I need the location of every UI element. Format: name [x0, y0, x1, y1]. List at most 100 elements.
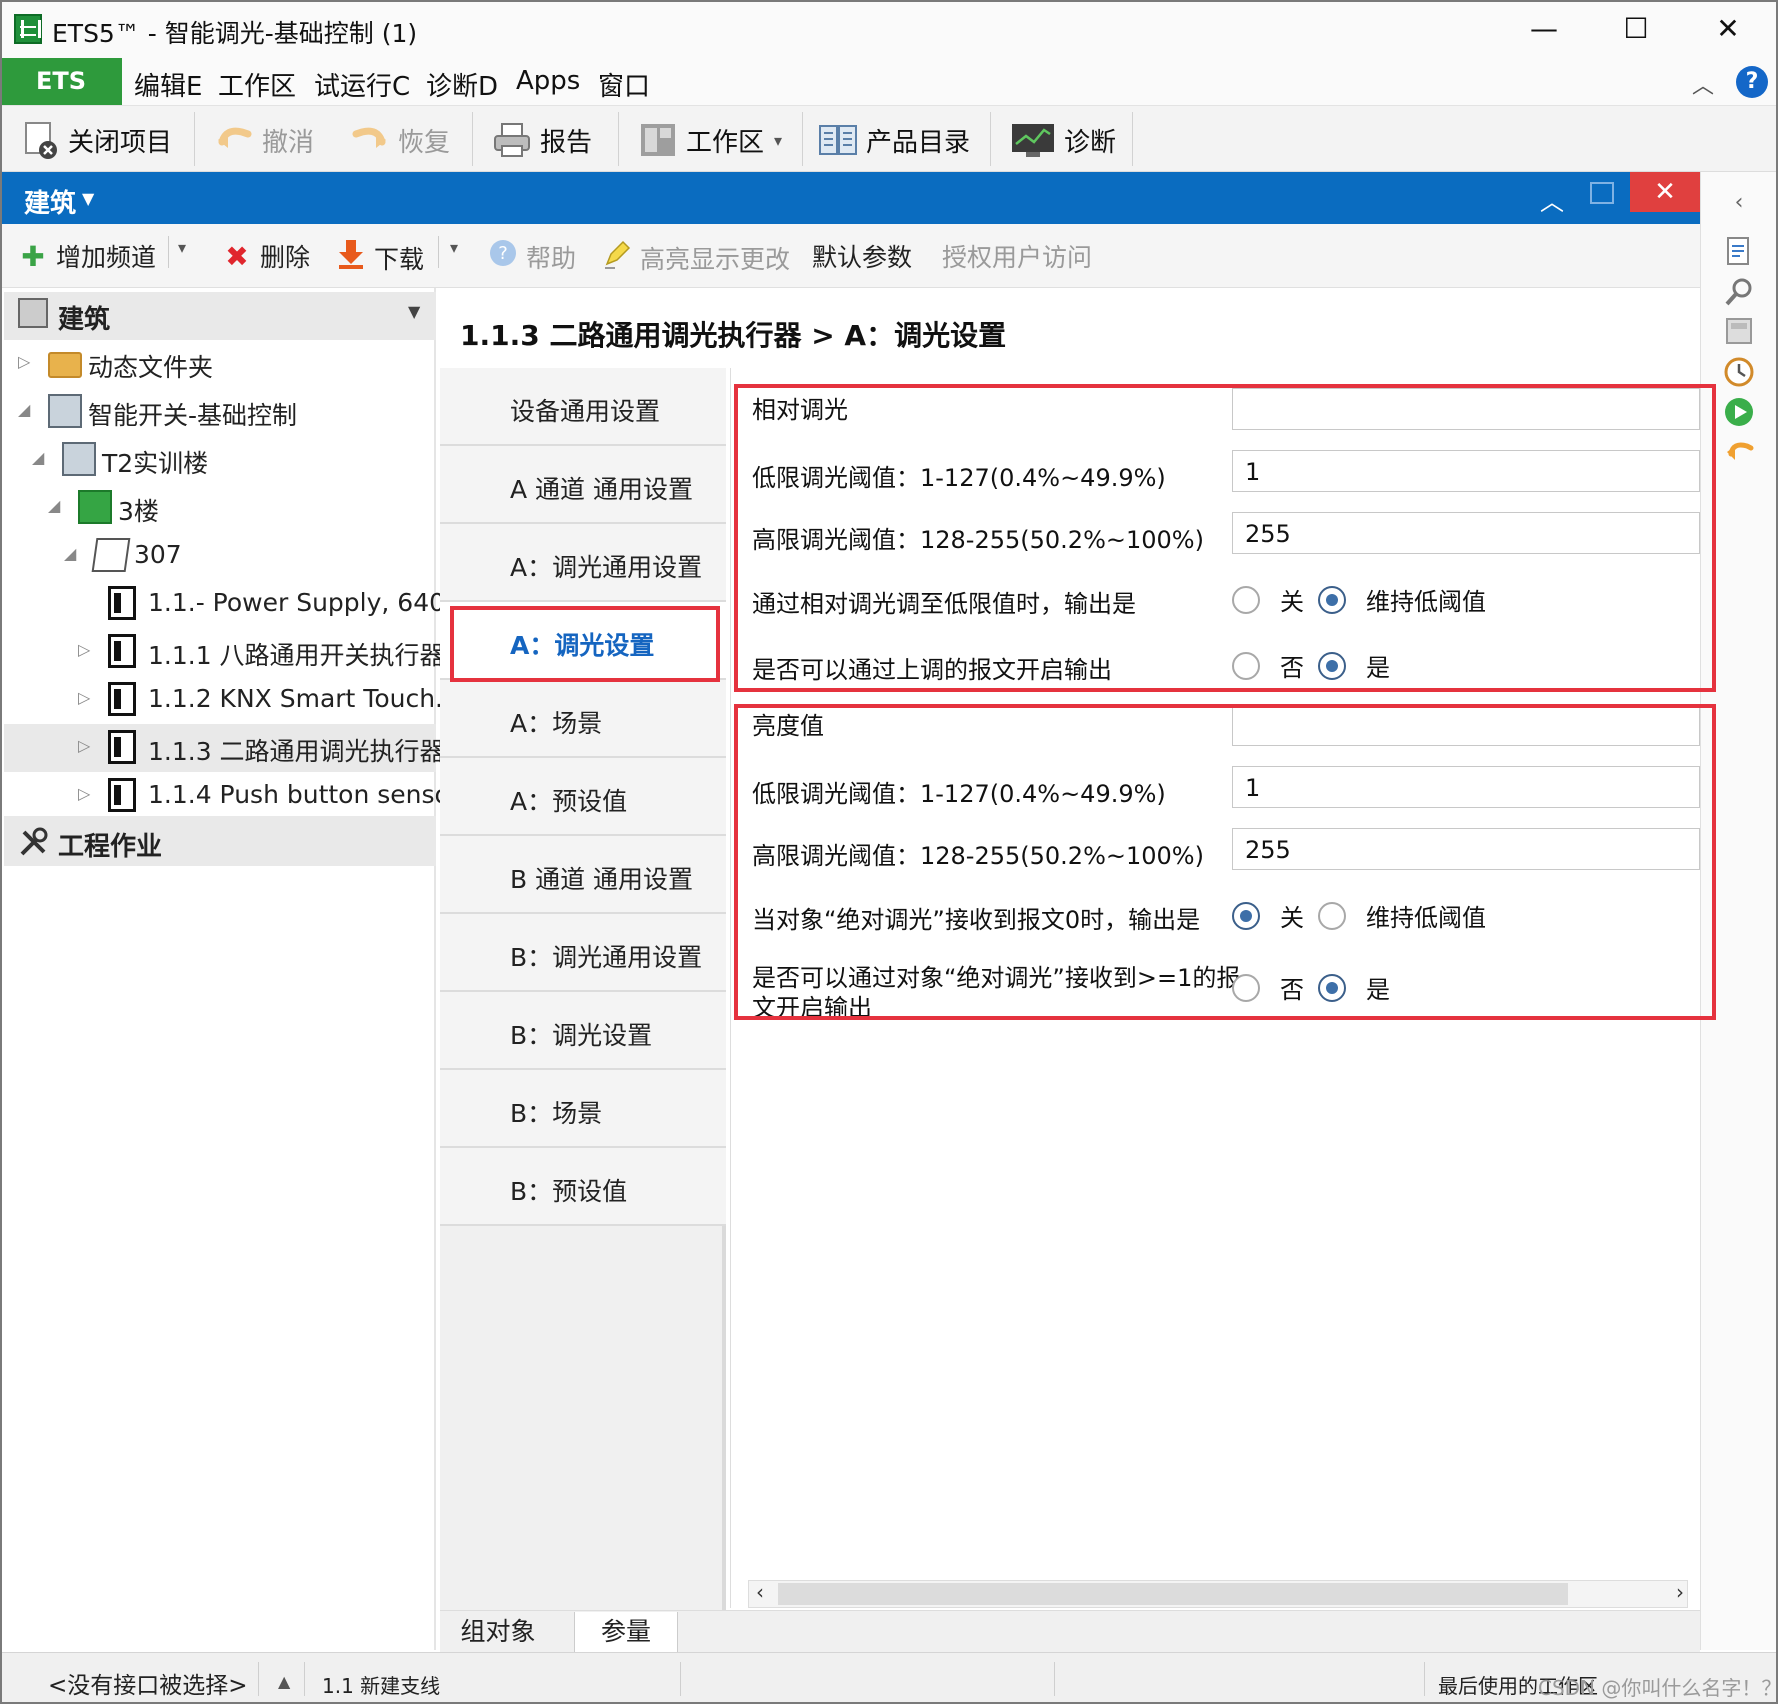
nav-item-a-dimming-general[interactable]: A：调光通用设置: [440, 524, 726, 602]
collapse-arrow-icon[interactable]: ◢: [18, 400, 30, 419]
panel-layout-icon[interactable]: [1722, 316, 1756, 350]
scroll-left-icon[interactable]: ‹: [756, 1580, 764, 1604]
tree-item-device[interactable]: ▷ 1.1.2 KNX Smart Touch...: [4, 676, 459, 724]
properties-icon[interactable]: [1722, 236, 1756, 270]
toolbar-divider: [168, 236, 169, 268]
undo-label: 撤消: [262, 127, 315, 158]
delete-x-icon: ✖: [225, 239, 249, 273]
maximize-button[interactable]: ☐: [1604, 8, 1668, 50]
ets-menu-tab[interactable]: ETS: [0, 58, 122, 105]
search-icon[interactable]: [1722, 276, 1756, 310]
tree-item-label: 1.1.1 八路通用开关执行器: [148, 641, 445, 670]
expand-arrow-icon[interactable]: ▷: [78, 688, 90, 707]
tree-item-room[interactable]: ◢ 307: [4, 532, 436, 580]
download-dropdown-icon[interactable]: ▾: [450, 238, 458, 257]
chevron-left-icon[interactable]: ‹: [1722, 186, 1756, 220]
chevron-down-icon: ▾: [774, 130, 783, 150]
menu-window[interactable]: 窗口: [598, 66, 650, 103]
nav-item-label: A 通道 通用设置: [510, 475, 693, 504]
nav-item-label: A：场景: [510, 709, 603, 738]
collapse-arrow-icon[interactable]: ◢: [32, 448, 44, 467]
tree-item-device[interactable]: 1.1.- Power Supply, 640...: [4, 580, 469, 628]
building-project-icon: [48, 394, 82, 428]
toolbar-divider: [990, 112, 991, 166]
add-channel-button[interactable]: ✚ 增加频道: [16, 238, 156, 274]
tree-item-device[interactable]: ▷ 1.1.1 八路通用开关执行器: [4, 628, 445, 676]
chevron-down-icon[interactable]: ▼: [408, 302, 420, 321]
tree-header-label: 建筑: [58, 305, 111, 335]
nav-item-label: A：预设值: [510, 787, 628, 816]
nav-item-b-dimming-general[interactable]: B：调光通用设置: [440, 914, 726, 992]
tree-item-label: 1.1.- Power Supply, 640...: [148, 588, 469, 617]
expand-arrow-icon[interactable]: ▷: [78, 640, 90, 659]
diagnostics-button[interactable]: 诊断: [1010, 116, 1116, 164]
authorize-access-button[interactable]: 授权用户访问: [942, 238, 1092, 274]
add-channel-label: 增加频道: [56, 243, 157, 272]
workspace-dropdown-button[interactable]: 工作区 ▾: [638, 116, 782, 164]
nav-item-b-scenes[interactable]: B：场景: [440, 1070, 726, 1148]
menu-commissioning[interactable]: 试运行C: [314, 66, 410, 103]
chevron-up-icon[interactable]: ▲: [278, 1672, 290, 1691]
restore-panel-icon[interactable]: [1590, 182, 1614, 204]
nav-item-b-dimming-settings[interactable]: B：调光设置: [440, 992, 726, 1070]
close-project-label: 关闭项目: [68, 127, 173, 158]
collapse-ribbon-icon[interactable]: ︿: [1692, 68, 1714, 100]
collapse-arrow-icon[interactable]: ◢: [48, 496, 60, 515]
play-icon[interactable]: [1722, 396, 1756, 430]
menu-workspace[interactable]: 工作区: [218, 66, 296, 103]
clock-history-icon[interactable]: [1722, 356, 1756, 390]
nav-item-device-general[interactable]: 设备通用设置: [440, 368, 726, 446]
catalog-icon: [818, 120, 858, 160]
panel-title[interactable]: 建筑: [24, 183, 76, 220]
nav-item-b-presets[interactable]: B：预设值: [440, 1148, 726, 1226]
product-catalog-button[interactable]: 产品目录: [818, 116, 970, 164]
report-label: 报告: [540, 127, 593, 158]
menu-edit[interactable]: 编辑E: [134, 66, 202, 103]
interface-selector[interactable]: <没有接口被选择>: [48, 1666, 248, 1700]
highlight-changes-button[interactable]: 高亮显示更改: [600, 238, 790, 277]
close-window-button[interactable]: ✕: [1696, 8, 1760, 50]
nav-item-a-presets[interactable]: A：预设值: [440, 758, 726, 836]
help-button[interactable]: ? 帮助: [486, 238, 576, 275]
report-button[interactable]: 报告: [492, 116, 592, 164]
close-project-icon: [20, 120, 60, 160]
help-icon[interactable]: ?: [1736, 66, 1768, 98]
nav-item-a-scenes[interactable]: A：场景: [440, 680, 726, 758]
tree-item-device-selected[interactable]: ▷ 1.1.3 二路通用调光执行器: [4, 724, 445, 772]
menu-apps[interactable]: Apps: [516, 66, 580, 96]
undo-button[interactable]: 撤消: [214, 116, 314, 164]
chevron-down-icon[interactable]: ▼: [82, 189, 94, 208]
workspace-label: 工作区: [686, 127, 765, 158]
default-params-button[interactable]: 默认参数: [812, 238, 912, 274]
expand-arrow-icon[interactable]: ▷: [18, 352, 30, 371]
ets-app-icon: [14, 14, 42, 44]
folder-icon: [48, 352, 82, 378]
tree-item-dynamic-folders[interactable]: ▷ 动态文件夹: [4, 340, 436, 388]
tree-item-building[interactable]: ◢ T2实训楼: [4, 436, 436, 484]
tree-item-label: 1.1.4 Push button sensor...: [148, 780, 482, 809]
expand-arrow-icon[interactable]: ▷: [78, 784, 90, 803]
tree-item-floor[interactable]: ◢ 3楼: [4, 484, 436, 532]
undo-orange-icon[interactable]: [1722, 436, 1756, 470]
expand-arrow-icon[interactable]: ▷: [78, 736, 90, 755]
nav-item-a-channel-general[interactable]: A 通道 通用设置: [440, 446, 726, 524]
tab-parameters[interactable]: 参量: [574, 1612, 678, 1652]
tab-group-objects[interactable]: 组对象: [446, 1612, 550, 1652]
annotation-box-brightness: [734, 704, 1716, 1020]
menu-diagnostics[interactable]: 诊断D: [426, 66, 498, 103]
chevron-up-icon[interactable]: ︿: [1540, 182, 1564, 217]
minimize-button[interactable]: —: [1512, 8, 1576, 50]
redo-button[interactable]: 恢复: [350, 116, 450, 164]
close-project-button[interactable]: 关闭项目: [20, 116, 172, 164]
download-button[interactable]: 下载: [334, 238, 424, 277]
tree-item-device[interactable]: ▷ 1.1.4 Push button sensor...: [4, 772, 482, 820]
tree-item-label: 3楼: [118, 497, 159, 526]
scrollbar-thumb[interactable]: [778, 1583, 1568, 1605]
tree-item-project[interactable]: ◢ 智能开关-基础控制: [4, 388, 436, 436]
scroll-right-icon[interactable]: ›: [1676, 1580, 1684, 1604]
add-channel-dropdown-icon[interactable]: ▾: [178, 238, 186, 257]
nav-item-b-channel-general[interactable]: B 通道 通用设置: [440, 836, 726, 914]
collapse-arrow-icon[interactable]: ◢: [64, 544, 76, 563]
delete-button[interactable]: ✖ 删除: [220, 238, 310, 274]
close-panel-button[interactable]: ✕: [1630, 172, 1700, 212]
